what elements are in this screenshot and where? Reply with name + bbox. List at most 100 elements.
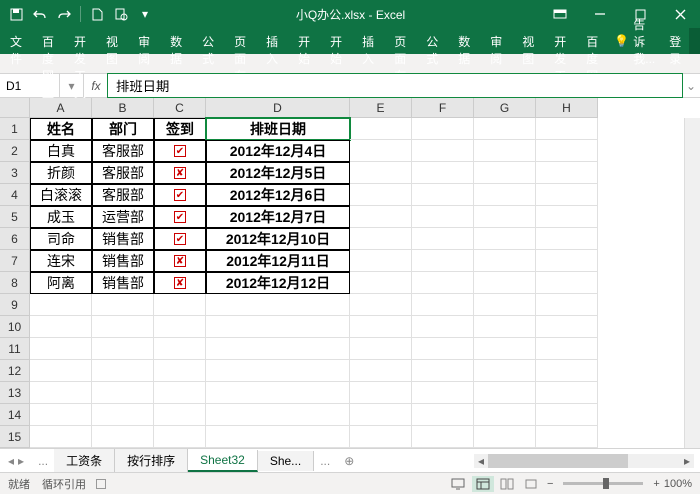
tab-百度网盘[interactable]: 百度网盘 (32, 28, 64, 54)
tab-审阅[interactable]: 审阅 (128, 28, 160, 54)
cell[interactable] (206, 294, 350, 316)
row-header[interactable]: 14 (0, 404, 30, 426)
sheet-prev-icon[interactable]: ◂ (8, 454, 14, 468)
display-settings-icon[interactable] (451, 478, 465, 490)
zoom-out-icon[interactable]: − (547, 478, 553, 490)
cell[interactable]: 签到 (154, 118, 206, 140)
cell[interactable] (412, 140, 474, 162)
cell[interactable] (350, 272, 412, 294)
cell[interactable] (412, 426, 474, 448)
view-pagebreak-icon[interactable] (520, 476, 542, 492)
cell[interactable] (536, 382, 598, 404)
cell[interactable] (474, 426, 536, 448)
cell[interactable] (412, 162, 474, 184)
row-header[interactable]: 11 (0, 338, 30, 360)
cell[interactable]: 2012年12月6日 (206, 184, 350, 206)
cell[interactable] (536, 228, 598, 250)
cell[interactable] (474, 162, 536, 184)
cell[interactable]: ✔ (154, 206, 206, 228)
cell[interactable] (350, 140, 412, 162)
cell[interactable] (350, 206, 412, 228)
hscroll-thumb[interactable] (488, 454, 628, 468)
cell[interactable] (92, 316, 154, 338)
name-box-dropdown-icon[interactable]: ▾ (60, 74, 84, 97)
cell[interactable] (30, 382, 92, 404)
cell[interactable] (154, 426, 206, 448)
close-icon[interactable] (660, 0, 700, 28)
tab-页面布局[interactable]: 页面布局 (224, 28, 256, 54)
cell[interactable] (536, 140, 598, 162)
col-header[interactable]: A (30, 98, 92, 118)
cell[interactable] (474, 316, 536, 338)
cell[interactable] (474, 250, 536, 272)
cell[interactable] (474, 228, 536, 250)
col-header[interactable]: F (412, 98, 474, 118)
row-header[interactable]: 1 (0, 118, 30, 140)
cell[interactable] (474, 206, 536, 228)
cell[interactable] (92, 426, 154, 448)
cell[interactable]: 2012年12月11日 (206, 250, 350, 272)
cell[interactable] (412, 294, 474, 316)
print-preview-icon[interactable] (111, 4, 131, 24)
row-header[interactable]: 5 (0, 206, 30, 228)
cell[interactable] (350, 382, 412, 404)
ribbon-tab[interactable]: 百度网盘 (576, 28, 608, 54)
cell[interactable]: ✔ (154, 140, 206, 162)
cell[interactable]: 2012年12月5日 (206, 162, 350, 184)
tab-公式[interactable]: 公式 (192, 28, 224, 54)
formula-expand-icon[interactable]: ⌄ (682, 79, 700, 93)
cell[interactable] (536, 118, 598, 140)
cell[interactable]: ✘ (154, 272, 206, 294)
zoom-slider[interactable] (563, 482, 643, 485)
cell[interactable]: 部门 (92, 118, 154, 140)
cell[interactable] (350, 404, 412, 426)
minimize-icon[interactable] (580, 0, 620, 28)
row-header[interactable]: 9 (0, 294, 30, 316)
cell[interactable] (206, 382, 350, 404)
tab-数据[interactable]: 数据 (160, 28, 192, 54)
col-header[interactable]: B (92, 98, 154, 118)
cell[interactable] (92, 294, 154, 316)
cell[interactable]: 排班日期 (206, 118, 350, 140)
cell[interactable] (154, 404, 206, 426)
view-layout-icon[interactable] (496, 476, 518, 492)
cell[interactable]: 2012年12月4日 (206, 140, 350, 162)
cell[interactable]: 客服部 (92, 162, 154, 184)
row-header[interactable]: 15 (0, 426, 30, 448)
cell[interactable] (92, 360, 154, 382)
cell[interactable] (350, 118, 412, 140)
cell[interactable] (412, 250, 474, 272)
sheet-tab[interactable]: Sheet32 (188, 450, 258, 472)
cell[interactable] (30, 426, 92, 448)
tell-me[interactable]: 💡 告诉我... (608, 28, 661, 54)
cell[interactable] (412, 338, 474, 360)
cell[interactable] (92, 382, 154, 404)
vertical-scrollbar[interactable] (684, 118, 700, 448)
cell[interactable]: 阿离 (30, 272, 92, 294)
column-headers[interactable]: ABCDEFGH (30, 98, 684, 118)
new-icon[interactable] (87, 4, 107, 24)
macro-record-icon[interactable] (96, 479, 106, 489)
cell[interactable] (206, 360, 350, 382)
share-button[interactable]: 共享 (689, 28, 700, 54)
col-header[interactable]: G (474, 98, 536, 118)
redo-icon[interactable] (54, 4, 74, 24)
cell[interactable] (30, 404, 92, 426)
cell[interactable]: 2012年12月7日 (206, 206, 350, 228)
row-header[interactable]: 6 (0, 228, 30, 250)
ribbon-tab[interactable]: 视图 (512, 28, 544, 54)
cell[interactable] (536, 272, 598, 294)
col-header[interactable]: C (154, 98, 206, 118)
qat-dropdown-icon[interactable]: ▾ (135, 4, 155, 24)
cell[interactable] (350, 316, 412, 338)
cell[interactable] (350, 338, 412, 360)
cell[interactable]: 司命 (30, 228, 92, 250)
row-header[interactable]: 10 (0, 316, 30, 338)
view-normal-icon[interactable] (472, 476, 494, 492)
cell[interactable]: ✔ (154, 184, 206, 206)
cell[interactable] (474, 272, 536, 294)
sheet-nav[interactable]: ◂▸ (0, 454, 32, 468)
cell[interactable] (412, 404, 474, 426)
cell[interactable]: ✘ (154, 250, 206, 272)
cell[interactable]: 连宋 (30, 250, 92, 272)
